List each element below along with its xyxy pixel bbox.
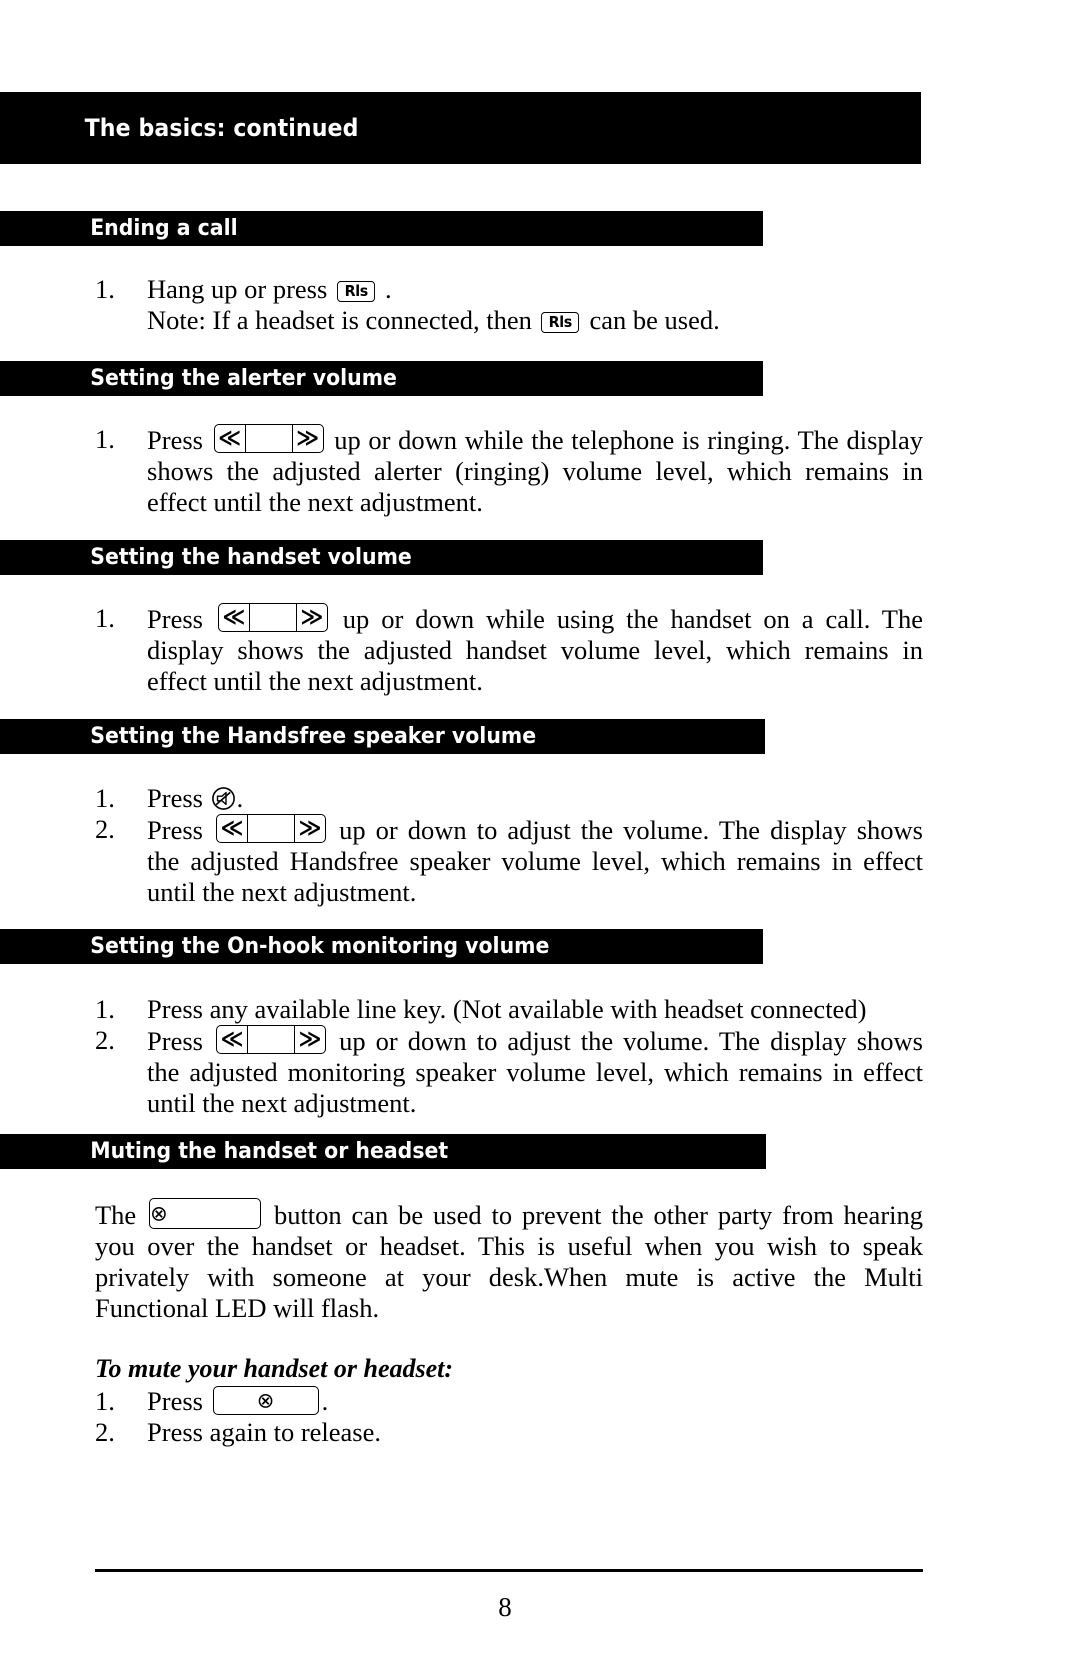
mute-glyph-icon: ⊗ (150, 1201, 168, 1225)
volume-key-icon[interactable]: ≪ ≫ (213, 424, 324, 453)
note-text-before: Note: If a headset is connected, then (147, 305, 539, 335)
footer-divider (95, 1569, 923, 1572)
section-body-setting-the-alerter-volume: 1. Press ≪ ≫ up or down while the teleph… (95, 424, 923, 518)
list-number: 1. (95, 274, 115, 304)
section-body-setting-the-on-hook-monitoring-volume: 1. Press any available line key. (Not av… (95, 994, 923, 1119)
step-text-after: . (321, 1386, 329, 1416)
chevron-left-icon: ≪ (217, 815, 249, 842)
volume-key-icon[interactable]: ≪ ≫ (216, 814, 327, 843)
rls-key-icon[interactable]: Rls (336, 281, 376, 302)
mute-glyph-icon: ⊗ (256, 1388, 275, 1412)
step-text-before: Hang up or press (147, 274, 334, 304)
list-number: 2. (95, 814, 115, 844)
mute-lead-in: To mute your handset or headset: (95, 1354, 454, 1383)
section-body-muting-the-handset-or-headset: The ⊗ button can be used to prevent the … (95, 1198, 923, 1324)
list-text: Press ≪ ≫ up or down while the telephone… (147, 424, 923, 518)
mute-paragraph: The ⊗ button can be used to prevent the … (95, 1198, 923, 1324)
section-title-setting-the-on-hook-monitoring-volume: Setting the On-hook monitoring volume (90, 934, 550, 959)
list-number: 1. (95, 603, 115, 633)
chapter-header-title: The basics: continued (84, 114, 359, 142)
volume-key-icon[interactable]: ≪ ≫ (217, 603, 328, 632)
chevron-left-icon: ≪ (219, 604, 250, 631)
list-number: 1. (95, 994, 115, 1024)
section-title-ending-a-call: Ending a call (90, 216, 238, 241)
list-text: Press ⊗ . (147, 1386, 923, 1417)
section-body-setting-the-handset-volume: 1. Press ≪ ≫ up or down while using the … (95, 603, 923, 697)
list-text: Press ≪ ≫ up or down to adjust the volum… (147, 814, 923, 908)
list-number: 2. (95, 1025, 115, 1055)
section-bar-setting-the-handsfree-speaker-volume: Setting the Handsfree speaker volume (0, 719, 765, 754)
list-item: 1. Hang up or press Rls . Note: If a hea… (95, 274, 925, 336)
step-text-before: Press (147, 1386, 210, 1416)
list-item: 1. Press ≪ ≫ up or down while using the … (95, 603, 923, 697)
list-item: 2. Press ≪ ≫ up or down to adjust the vo… (95, 1025, 923, 1119)
list-text: Press ≪ ≫ up or down to adjust the volum… (147, 1025, 923, 1119)
section-bar-setting-the-alerter-volume: Setting the alerter volume (0, 361, 763, 396)
section-bar-setting-the-handset-volume: Setting the handset volume (0, 540, 763, 575)
list-item: 1. Press ≪ ≫ up or down while the teleph… (95, 424, 923, 518)
section-title-setting-the-handset-volume: Setting the handset volume (90, 545, 412, 570)
step-text-after: . (378, 274, 392, 304)
chevron-left-icon: ≪ (217, 1026, 249, 1053)
step-text-before: Press (147, 815, 214, 845)
document-page: The basics: continued Ending a call 1. H… (0, 0, 1080, 1669)
section-bar-ending-a-call: Ending a call (0, 211, 763, 246)
list-note: Note: If a headset is connected, then Rl… (147, 305, 925, 336)
step-text-before: Press (147, 1026, 214, 1056)
list-item: 2. Press again to release. (95, 1417, 923, 1448)
step-text-before: Press (147, 604, 215, 634)
list-item: 1. Press . (95, 783, 923, 814)
handsfree-speaker-icon[interactable] (211, 786, 236, 811)
chevron-right-icon: ≫ (294, 1026, 325, 1053)
chevron-right-icon: ≫ (291, 425, 323, 452)
step-text-before: Press (147, 783, 210, 813)
section-body-ending-a-call: 1. Hang up or press Rls . Note: If a hea… (95, 274, 925, 336)
section-body-setting-the-handsfree-speaker-volume: 1. Press . 2. Press ≪ ≫ up or down to ad… (95, 783, 923, 908)
list-item: 2. Press ≪ ≫ up or down to adjust the vo… (95, 814, 923, 908)
page-number: 8 (498, 1592, 512, 1622)
section-title-setting-the-handsfree-speaker-volume: Setting the Handsfree speaker volume (90, 724, 537, 749)
list-text: Press any available line key. (Not avail… (147, 994, 867, 1024)
list-text: Hang up or press Rls . (147, 274, 925, 305)
section-bar-setting-the-on-hook-monitoring-volume: Setting the On-hook monitoring volume (0, 929, 763, 964)
volume-key-icon[interactable]: ≪ ≫ (216, 1025, 327, 1054)
list-number: 2. (95, 1417, 115, 1447)
list-number: 1. (95, 783, 115, 813)
mute-text-before: The (95, 1200, 147, 1230)
chevron-right-icon: ≫ (295, 604, 327, 631)
list-number: 1. (95, 424, 115, 454)
mute-key-icon[interactable]: ⊗ (149, 1198, 262, 1229)
list-item: 1. Press any available line key. (Not av… (95, 994, 923, 1025)
list-text: Press ≪ ≫ up or down while using the han… (147, 603, 923, 697)
step-text-after: . (236, 783, 244, 813)
chapter-header-bar: The basics: continued (0, 92, 921, 164)
chevron-left-icon: ≪ (215, 425, 246, 452)
step-text-before: Press (147, 425, 211, 455)
chevron-right-icon: ≫ (294, 815, 325, 842)
list-item: 1. Press ⊗ . (95, 1386, 923, 1417)
section-title-muting-the-handset-or-headset: Muting the handset or headset (90, 1139, 449, 1164)
section-title-setting-the-alerter-volume: Setting the alerter volume (90, 366, 397, 391)
section-bar-muting-the-handset-or-headset: Muting the handset or headset (0, 1134, 766, 1169)
rls-key-icon[interactable]: Rls (541, 312, 580, 333)
list-number: 1. (95, 1386, 115, 1416)
mute-key-icon[interactable]: ⊗ (212, 1386, 319, 1415)
mute-instructions: To mute your handset or headset: 1. Pres… (95, 1353, 923, 1448)
list-text: Press again to release. (147, 1417, 381, 1447)
note-text-after: can be used. (582, 305, 720, 335)
list-text: Press . (147, 783, 923, 814)
